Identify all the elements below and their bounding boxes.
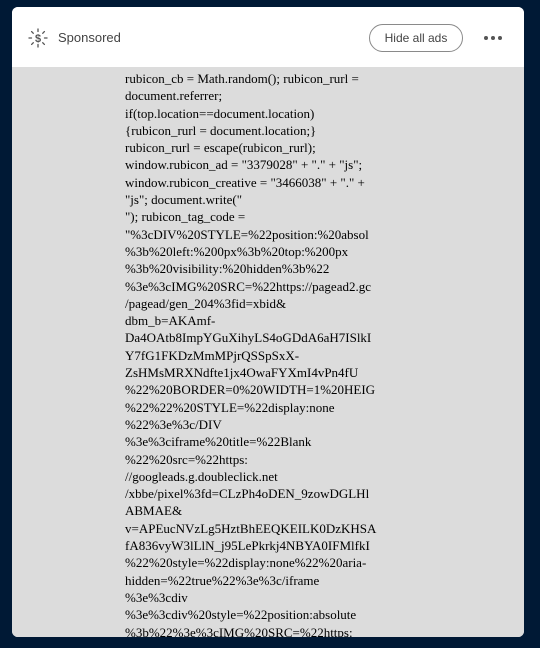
sponsored-label: Sponsored xyxy=(58,30,121,45)
ad-script-line: /xbbe/pixel%3fd=CLzPh4oDEN_9zowDGLHl xyxy=(125,486,370,502)
ad-script-line: fA836vyW3lLlN_j95LePkrkj4NBYA0IFMlfkI xyxy=(125,538,370,554)
ad-script-line: %3e%3ciframe%20title=%22Blank xyxy=(125,434,312,450)
ad-script-line: ABMAE& xyxy=(125,503,183,519)
ad-script-line: window.rubicon_ad = "3379028" + "." + "j… xyxy=(125,157,363,173)
ad-header: $ Sponsored Hide all ads xyxy=(12,7,524,67)
ad-script-line: %3b%22%3e%3cIMG%20SRC=%22https: xyxy=(125,624,353,638)
ad-script-line: "js"; document.write(" xyxy=(125,192,243,208)
dollar-sunburst-icon: $ xyxy=(28,28,48,48)
svg-text:$: $ xyxy=(35,33,41,45)
ad-script-line: ZsHMsMRXNdfte1jx4OwaFYXmI4vPn4fU xyxy=(125,365,359,381)
ad-script-line: %3e%3cdiv%20style=%22position:absolute xyxy=(125,607,357,623)
ad-script-line: Da4OAtb8ImpYGuXihyLS4oGDdA6aH7ISlkI xyxy=(125,330,372,346)
ad-script-line: %22%22%20STYLE=%22display:none xyxy=(125,399,335,415)
ad-script-line: if(top.location==document.location) xyxy=(125,105,315,121)
ad-script-line: document.referrer; xyxy=(125,88,223,104)
ad-script-line: "); rubicon_tag_code = xyxy=(125,209,246,225)
ad-script-line: {rubicon_rurl = document.location;} xyxy=(125,122,317,138)
ad-script-line: %22%20BORDER=0%20WIDTH=1%20HEIG xyxy=(125,382,376,398)
ad-script-line: "%3cDIV%20STYLE=%22position:%20absol xyxy=(125,226,369,242)
ad-script-line: /pagead/gen_204%3fid=xbid& xyxy=(125,295,287,311)
more-options-icon[interactable] xyxy=(480,29,506,47)
ad-script-line: %22%3e%3c/DIV xyxy=(125,416,222,432)
ad-script-line: dbm_b=AKAmf- xyxy=(125,313,216,329)
ad-content: rubicon_cb = Math.random(); rubicon_rurl… xyxy=(12,67,524,637)
ad-script-line: %3b%20left:%200px%3b%20top:%200px xyxy=(125,243,349,259)
hide-all-ads-button[interactable]: Hide all ads xyxy=(369,24,463,52)
ad-script-line: %22%20style=%22display:none%22%20aria- xyxy=(125,555,367,571)
ad-script-line: window.rubicon_creative = "3466038" + ".… xyxy=(125,174,365,190)
ad-script-line: v=APEucNVzLg5HztBhEEQKEILK0DzKHSA xyxy=(125,520,377,536)
ad-script-line: %3e%3cdiv xyxy=(125,589,188,605)
ad-script-line: %3b%20visibility:%20hidden%3b%22 xyxy=(125,261,330,277)
ad-script-line: //googleads.g.doubleclick.net xyxy=(125,468,278,484)
ad-script-line: rubicon_cb = Math.random(); rubicon_rurl… xyxy=(125,71,359,86)
ad-card: $ Sponsored Hide all ads rubicon_cb = Ma… xyxy=(12,7,524,637)
ad-script-line: %3e%3cIMG%20SRC=%22https://pagead2.gc xyxy=(125,278,371,294)
ad-script-text: rubicon_cb = Math.random(); rubicon_rurl… xyxy=(125,70,411,637)
ad-script-line: rubicon_rurl = escape(rubicon_rurl); xyxy=(125,140,316,156)
ad-script-line: %22%20src=%22https: xyxy=(125,451,248,467)
ad-script-line: Y7fG1FKDzMmMPjrQSSpSxX- xyxy=(125,347,300,363)
ad-script-line: hidden=%22true%22%3e%3c/iframe xyxy=(125,572,320,588)
